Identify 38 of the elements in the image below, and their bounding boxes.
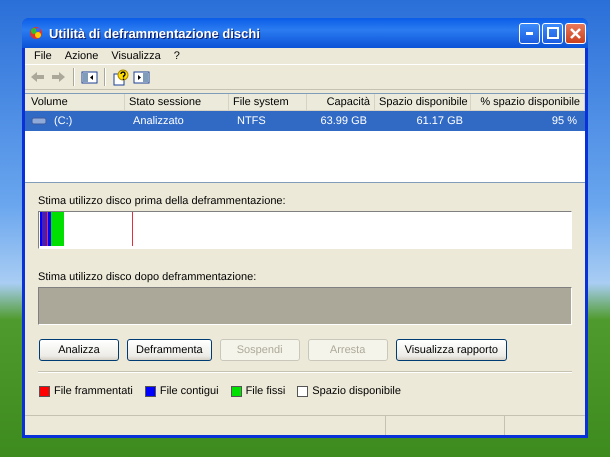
column-header[interactable]: % spazio disponibile bbox=[471, 94, 585, 110]
column-header[interactable]: Stato sessione bbox=[125, 94, 229, 110]
action-button[interactable]: Analizza bbox=[39, 339, 119, 361]
legend-label: File fissi bbox=[246, 385, 286, 397]
legend-label: File contigui bbox=[160, 385, 219, 397]
close-icon bbox=[570, 28, 581, 38]
column-header[interactable]: File system bbox=[229, 94, 307, 110]
table-cell-text: 95 % bbox=[550, 114, 578, 129]
close-button[interactable] bbox=[565, 22, 586, 44]
minimize-button[interactable] bbox=[519, 22, 540, 44]
menu-item[interactable]: File bbox=[29, 50, 60, 62]
column-header[interactable]: Capacità bbox=[307, 94, 375, 110]
action-button[interactable]: Visualizza rapporto bbox=[396, 339, 507, 361]
section-label: Stima utilizzo disco prima della deframmentazione: bbox=[38, 195, 287, 207]
panel-icon[interactable] bbox=[81, 68, 98, 86]
section-label: Stima utilizzo disco dopo deframmentazione: bbox=[38, 271, 258, 283]
table-cell-text: NTFS bbox=[236, 114, 267, 129]
minimize-icon bbox=[526, 32, 533, 34]
help-icon[interactable] bbox=[112, 68, 129, 86]
table-row[interactable]: (C:) Analizzato NTFS 63.99 GB 61.17 GB 95 % bbox=[25, 111, 585, 131]
panel-icon[interactable] bbox=[133, 68, 150, 86]
menu-item[interactable]: Visualizza bbox=[106, 50, 169, 62]
menu-item[interactable]: Azione bbox=[60, 50, 106, 62]
drive-icon bbox=[31, 116, 47, 126]
maximize-button[interactable] bbox=[542, 22, 563, 44]
window-title: Utilità di deframmentazione dischi bbox=[49, 26, 261, 40]
table-cell-text: (C:) bbox=[53, 114, 74, 129]
legend-label: File frammentati bbox=[54, 385, 133, 397]
menu-item[interactable]: ? bbox=[168, 50, 188, 62]
maximize-icon bbox=[546, 27, 558, 39]
table-cell-text: Analizzato bbox=[132, 114, 185, 129]
table-cell-text: 61.17 GB bbox=[416, 114, 464, 129]
app-icon bbox=[28, 25, 44, 41]
column-header[interactable]: Spazio disponibile bbox=[375, 94, 471, 110]
action-button[interactable]: Deframmenta bbox=[127, 339, 212, 361]
table-cell-text: 63.99 GB bbox=[320, 114, 368, 129]
column-header[interactable]: Volume bbox=[27, 94, 125, 110]
legend-label: Spazio disponibile bbox=[312, 385, 401, 397]
